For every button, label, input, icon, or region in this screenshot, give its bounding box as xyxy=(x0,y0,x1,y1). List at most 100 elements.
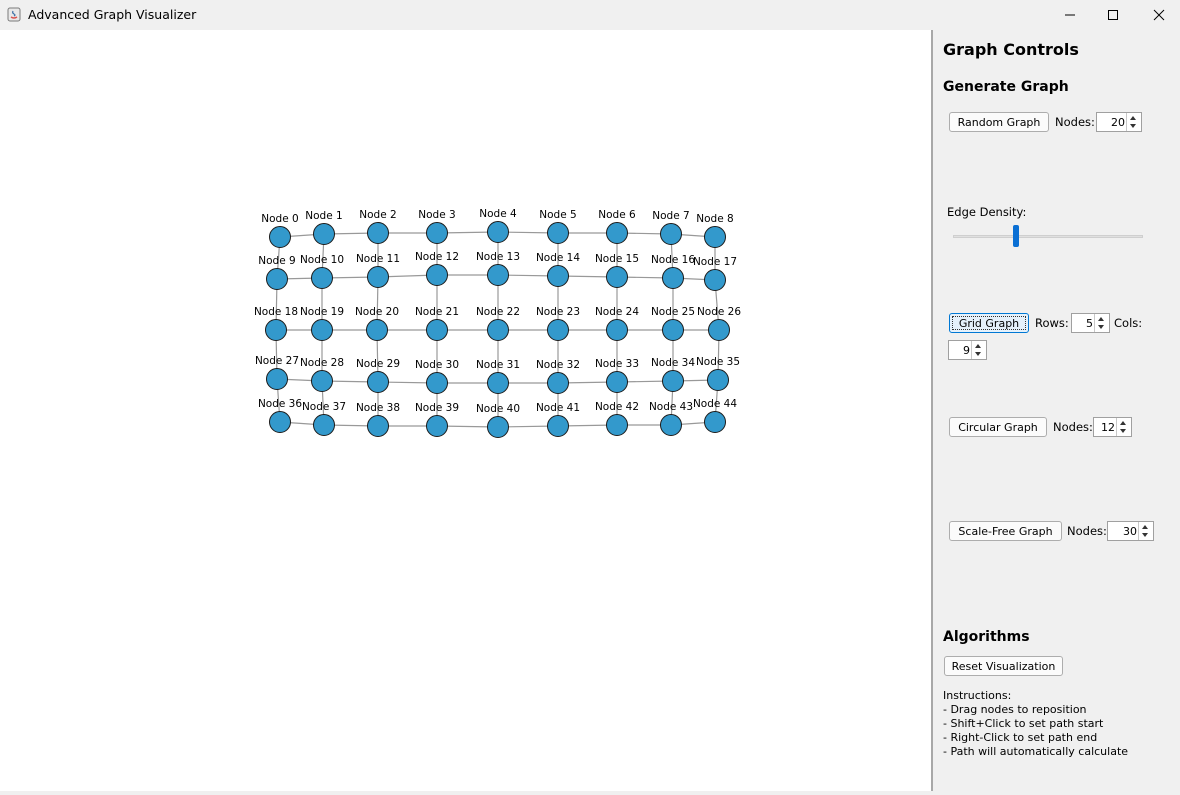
graph-node-circle[interactable] xyxy=(660,223,682,245)
graph-node-circle[interactable] xyxy=(266,268,288,290)
graph-node[interactable]: Node 5 xyxy=(539,209,577,244)
close-button[interactable] xyxy=(1136,0,1180,30)
graph-node[interactable]: Node 36 xyxy=(258,398,302,433)
graph-canvas[interactable]: Node 0 Node 1 Node 2 Node 3 Node 4 Node 5 Node… xyxy=(0,30,931,791)
graph-node-circle[interactable] xyxy=(269,226,291,248)
graph-node-circle[interactable] xyxy=(704,269,726,291)
graph-node[interactable]: Node 7 xyxy=(652,210,690,245)
graph-node[interactable]: Node 27 xyxy=(255,355,299,390)
graph-node[interactable]: Node 28 xyxy=(300,357,344,392)
graph-node[interactable]: Node 22 xyxy=(476,306,520,341)
graph-node[interactable]: Node 20 xyxy=(355,306,399,341)
edge-density-slider-thumb[interactable] xyxy=(1012,225,1019,247)
graph-node-circle[interactable] xyxy=(311,370,333,392)
graph-node-circle[interactable] xyxy=(606,222,628,244)
edge-density-slider[interactable] xyxy=(953,235,1143,238)
graph-node[interactable]: Node 25 xyxy=(651,306,695,341)
graph-node-circle[interactable] xyxy=(606,266,628,288)
arrow-up-icon[interactable] xyxy=(1130,116,1136,120)
graph-node-circle[interactable] xyxy=(367,371,389,393)
maximize-button[interactable] xyxy=(1090,0,1136,30)
graph-node-circle[interactable] xyxy=(547,265,569,287)
graph-node[interactable]: Node 14 xyxy=(536,252,580,287)
arrow-down-icon[interactable] xyxy=(1120,429,1126,433)
arrow-up-icon[interactable] xyxy=(1120,421,1126,425)
graph-node-circle[interactable] xyxy=(266,368,288,390)
graph-node-circle[interactable] xyxy=(662,319,684,341)
graph-node[interactable]: Node 10 xyxy=(300,254,344,289)
graph-node[interactable]: Node 33 xyxy=(595,358,639,393)
circular-nodes-spinner[interactable]: 12 xyxy=(1093,417,1132,437)
graph-node[interactable]: Node 24 xyxy=(595,306,639,341)
graph-node[interactable]: Node 38 xyxy=(356,402,400,437)
graph-node-circle[interactable] xyxy=(426,372,448,394)
graph-node[interactable]: Node 4 xyxy=(479,208,517,243)
graph-node[interactable]: Node 1 xyxy=(305,210,343,245)
graph-node-circle[interactable] xyxy=(487,221,509,243)
graph-node[interactable]: Node 11 xyxy=(356,253,400,288)
graph-node-circle[interactable] xyxy=(487,319,509,341)
graph-node[interactable]: Node 15 xyxy=(595,253,639,288)
graph-node-circle[interactable] xyxy=(606,371,628,393)
graph-node-circle[interactable] xyxy=(660,414,682,436)
graph-node-circle[interactable] xyxy=(426,319,448,341)
graph-node[interactable]: Node 34 xyxy=(651,357,695,392)
graph-node-circle[interactable] xyxy=(426,264,448,286)
graph-node[interactable]: Node 2 xyxy=(359,209,397,244)
graph-node-circle[interactable] xyxy=(487,264,509,286)
grid-cols-spinner[interactable]: 9 xyxy=(948,340,987,360)
graph-node[interactable]: Node 17 xyxy=(693,256,737,291)
scalefree-nodes-spinner[interactable]: 30 xyxy=(1107,521,1154,541)
graph-node[interactable]: Node 29 xyxy=(356,358,400,393)
graph-node[interactable]: Node 44 xyxy=(693,398,737,433)
graph-node[interactable]: Node 21 xyxy=(415,306,459,341)
grid-rows-spinner[interactable]: 5 xyxy=(1071,313,1110,333)
graph-node[interactable]: Node 41 xyxy=(536,402,580,437)
arrow-up-icon[interactable] xyxy=(1098,317,1104,321)
graph-node-circle[interactable] xyxy=(269,411,291,433)
graph-node-circle[interactable] xyxy=(547,319,569,341)
graph-node-circle[interactable] xyxy=(367,266,389,288)
scale-free-graph-button[interactable]: Scale-Free Graph xyxy=(949,521,1062,541)
graph-node[interactable]: Node 3 xyxy=(418,209,456,244)
arrow-down-icon[interactable] xyxy=(1142,533,1148,537)
graph-node-circle[interactable] xyxy=(487,416,509,438)
graph-node[interactable]: Node 39 xyxy=(415,402,459,437)
graph-node-circle[interactable] xyxy=(487,372,509,394)
graph-node[interactable]: Node 42 xyxy=(595,401,639,436)
spinner-arrows[interactable] xyxy=(1094,314,1109,332)
spinner-arrows[interactable] xyxy=(1116,418,1131,436)
graph-node[interactable]: Node 31 xyxy=(476,359,520,394)
graph-node-circle[interactable] xyxy=(313,223,335,245)
graph-node-circle[interactable] xyxy=(311,319,333,341)
random-graph-button[interactable]: Random Graph xyxy=(949,112,1049,132)
arrow-down-icon[interactable] xyxy=(1098,325,1104,329)
graph-node[interactable]: Node 0 xyxy=(261,213,299,248)
graph-node[interactable]: Node 6 xyxy=(598,209,636,244)
graph-node[interactable]: Node 43 xyxy=(649,401,693,436)
graph-node[interactable]: Node 30 xyxy=(415,359,459,394)
arrow-up-icon[interactable] xyxy=(1142,525,1148,529)
graph-node[interactable]: Node 37 xyxy=(302,401,346,436)
graph-node-circle[interactable] xyxy=(662,370,684,392)
random-nodes-spinner[interactable]: 20 xyxy=(1096,112,1142,132)
arrow-down-icon[interactable] xyxy=(975,352,981,356)
graph-node-circle[interactable] xyxy=(547,372,569,394)
graph-node[interactable]: Node 9 xyxy=(258,255,296,290)
reset-visualization-button[interactable]: Reset Visualization xyxy=(944,656,1063,676)
graph-node[interactable]: Node 18 xyxy=(254,306,298,341)
circular-graph-button[interactable]: Circular Graph xyxy=(949,417,1047,437)
graph-node[interactable]: Node 32 xyxy=(536,359,580,394)
arrow-down-icon[interactable] xyxy=(1130,124,1136,128)
graph-node-circle[interactable] xyxy=(366,319,388,341)
graph-node-circle[interactable] xyxy=(704,226,726,248)
graph-node[interactable]: Node 23 xyxy=(536,306,580,341)
spinner-arrows[interactable] xyxy=(1126,113,1141,131)
graph-node-circle[interactable] xyxy=(704,411,726,433)
graph-node-circle[interactable] xyxy=(707,369,729,391)
graph-node-circle[interactable] xyxy=(606,319,628,341)
graph-node[interactable]: Node 13 xyxy=(476,251,520,286)
graph-node[interactable]: Node 19 xyxy=(300,306,344,341)
arrow-up-icon[interactable] xyxy=(975,344,981,348)
spinner-arrows[interactable] xyxy=(1138,522,1153,540)
